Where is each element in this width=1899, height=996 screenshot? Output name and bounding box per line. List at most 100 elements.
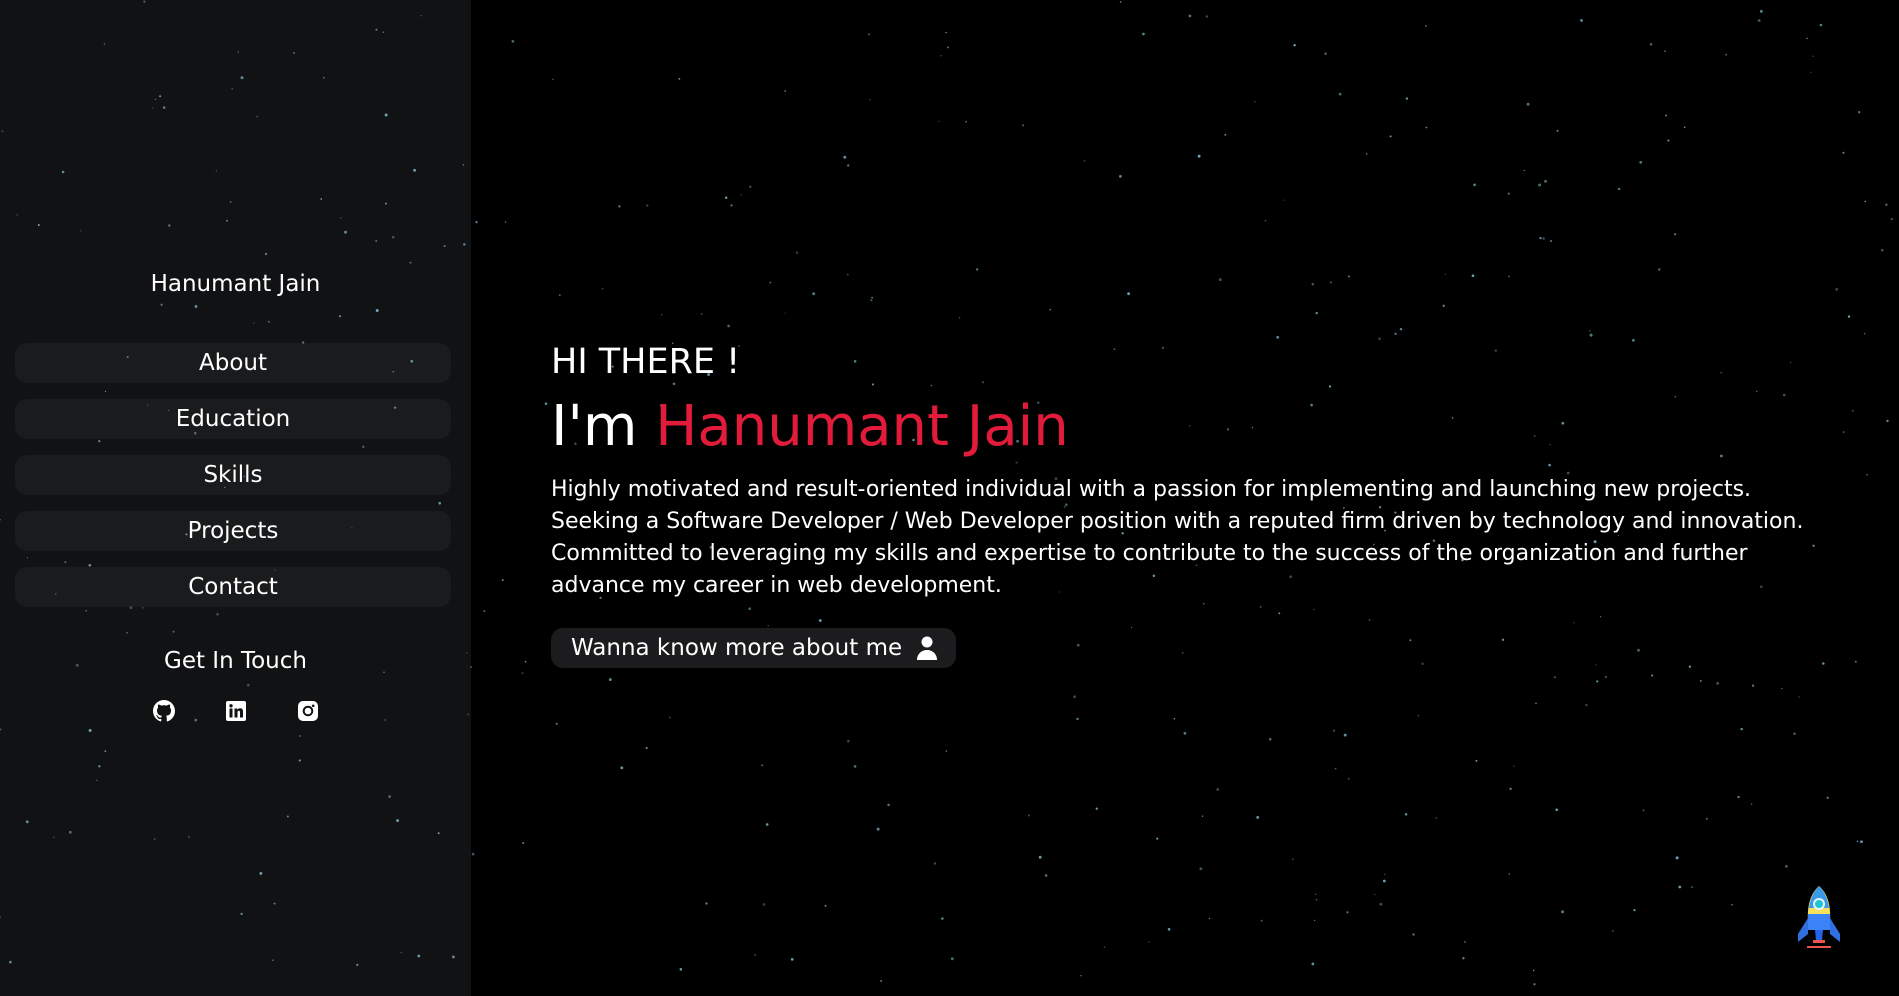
hero-heading: I'm Hanumant Jain: [551, 394, 1816, 460]
star: [941, 917, 944, 920]
sidebar: Hanumant Jain About Education Skills Pro…: [0, 0, 471, 996]
star: [1404, 813, 1408, 816]
star: [784, 312, 786, 314]
star: [1021, 124, 1025, 127]
instagram-icon[interactable]: [296, 699, 320, 723]
star: [1533, 983, 1536, 986]
star: [1674, 233, 1677, 236]
brand-name[interactable]: Hanumant Jain: [0, 271, 471, 297]
star: [1580, 18, 1583, 22]
star: [1535, 702, 1537, 705]
nav-item-education[interactable]: Education: [15, 399, 451, 439]
star: [1188, 14, 1192, 18]
star: [1826, 796, 1829, 799]
linkedin-icon[interactable]: [224, 699, 248, 723]
star: [754, 954, 757, 956]
star: [1156, 837, 1159, 840]
about-me-button[interactable]: Wanna know more about me: [551, 628, 957, 668]
star: [1167, 927, 1171, 931]
star: [1095, 807, 1098, 810]
star: [1822, 662, 1825, 665]
star: [668, 716, 671, 719]
star: [501, 579, 504, 582]
star: [1759, 9, 1763, 13]
star: [1471, 274, 1475, 278]
star: [1667, 139, 1670, 142]
star: [1751, 684, 1755, 687]
star: [1314, 893, 1317, 896]
star: [1651, 674, 1654, 677]
star: [847, 164, 850, 167]
star: [867, 33, 871, 36]
star: [1835, 287, 1839, 291]
star: [1856, 840, 1859, 842]
star: [1842, 151, 1845, 154]
star: [1730, 903, 1733, 906]
star: [933, 862, 937, 865]
star: [1044, 874, 1048, 877]
star: [1384, 873, 1386, 875]
nav-item-contact[interactable]: Contact: [15, 567, 451, 607]
star: [1890, 217, 1893, 221]
nav-item-projects[interactable]: Projects: [15, 511, 451, 551]
github-icon[interactable]: [152, 699, 176, 723]
star: [1812, 55, 1814, 57]
star: [887, 803, 890, 807]
star: [1781, 687, 1783, 690]
star: [1858, 111, 1861, 114]
star: [945, 31, 947, 34]
star: [1435, 817, 1437, 819]
star: [1049, 308, 1051, 311]
star: [790, 958, 794, 961]
star: [853, 765, 857, 768]
star: [544, 402, 548, 405]
star: [958, 317, 961, 319]
star: [1885, 203, 1888, 206]
nav-item-skills[interactable]: Skills: [15, 455, 451, 495]
github-glyph: [152, 700, 175, 722]
star: [1293, 44, 1296, 47]
hero-section: HI THERE ! I'm Hanumant Jain Highly moti…: [551, 340, 1816, 668]
star: [1183, 731, 1187, 735]
star: [511, 40, 515, 43]
star: [1851, 409, 1854, 412]
star: [1311, 283, 1315, 286]
star: [727, 324, 730, 328]
star: [1725, 53, 1728, 56]
star: [1507, 192, 1510, 195]
star: [645, 746, 648, 750]
star: [1538, 183, 1542, 187]
star: [1544, 179, 1547, 183]
star: [1205, 15, 1208, 18]
nav-item-about[interactable]: About: [15, 343, 451, 383]
about-me-button-label: Wanna know more about me: [571, 635, 903, 661]
get-in-touch-heading: Get In Touch: [164, 648, 307, 674]
linkedin-glyph: [225, 701, 246, 721]
star: [1311, 962, 1315, 966]
star: [762, 903, 766, 906]
star: [1444, 273, 1447, 275]
star: [1740, 727, 1743, 731]
star: [1475, 759, 1478, 762]
star: [796, 251, 799, 254]
star: [620, 766, 624, 770]
star: [1389, 135, 1392, 138]
star: [1642, 809, 1645, 811]
star: [1038, 855, 1042, 859]
star: [1639, 160, 1643, 164]
sidebar-nav: About Education Skills Projects Contact: [15, 343, 451, 623]
star: [1550, 240, 1552, 242]
star: [1080, 975, 1082, 977]
star: [524, 660, 527, 663]
star: [1343, 733, 1347, 737]
star: [1347, 275, 1350, 278]
star: [1706, 817, 1708, 820]
star: [1589, 333, 1593, 337]
star: [1330, 281, 1332, 284]
hero-greeting: HI THERE !: [551, 342, 741, 382]
star: [876, 827, 880, 831]
star: [555, 722, 558, 725]
scroll-top-rocket-icon[interactable]: [1795, 884, 1843, 950]
star: [1208, 917, 1211, 920]
star: [1334, 767, 1337, 770]
